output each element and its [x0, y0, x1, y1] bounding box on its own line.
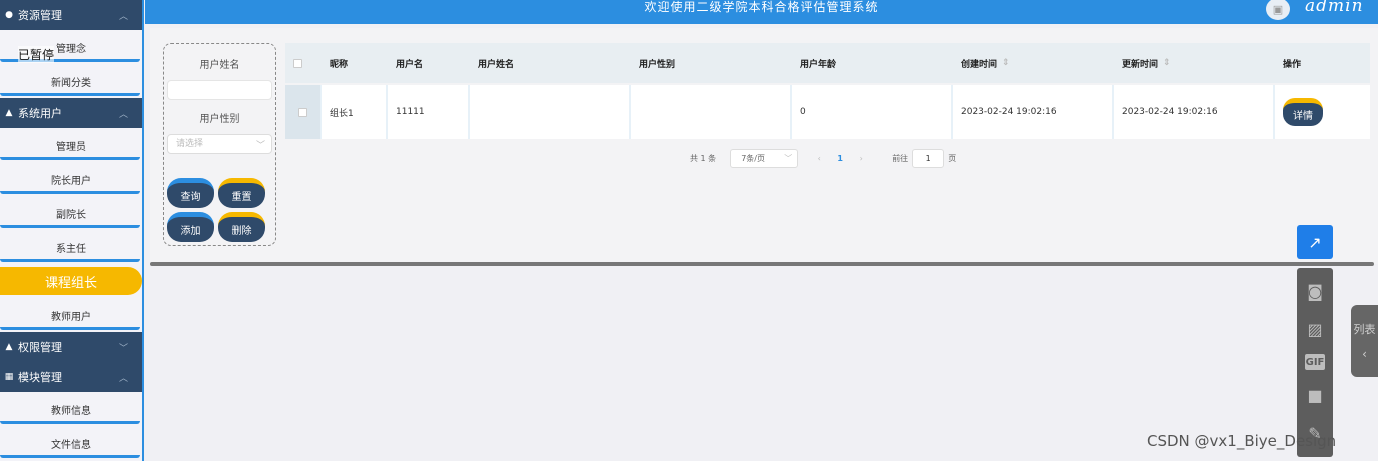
chevron-down-icon: ﹀ [118, 344, 128, 354]
add-button[interactable]: 添加 [167, 212, 214, 242]
sidebar-group-system-users[interactable]: ▲ 系统用户 ︿ [0, 98, 142, 128]
chevron-down-icon: ﹀ [255, 141, 265, 151]
gender-filter-select[interactable]: 请选择 ﹀ [167, 134, 272, 154]
sidebar: ● 资源管理 ︿ 管理念 新闻分类 ▲ 系统用户 ︿ 管理员 院长用户 副院长 … [0, 0, 144, 461]
sidebar-group-label: 模块管理 [18, 371, 62, 384]
paused-overlay-label: 已暂停 [18, 46, 55, 63]
sidebar-item-vice-dean[interactable]: 副院长 [0, 196, 142, 230]
chevron-up-icon: ︿ [118, 374, 128, 384]
capture-toolbar: ◙ ▨ GIF ■ ✎ [1297, 268, 1333, 457]
cell-created: 2023-02-24 19:02:16 [953, 85, 1114, 139]
query-button[interactable]: 查询 [167, 178, 214, 208]
chevron-down-icon: ﹀ [784, 153, 793, 163]
chevron-up-icon: ︿ [118, 12, 128, 22]
chevron-up-icon: ︿ [118, 110, 128, 120]
sidebar-item-teacher-info[interactable]: 教师信息 [0, 392, 142, 426]
reset-button[interactable]: 重置 [218, 178, 265, 208]
goto-label: 前往 [892, 153, 909, 163]
cell-age: 0 [792, 85, 953, 139]
camera-icon[interactable]: ◙ [1302, 278, 1328, 304]
watermark: CSDN @vx1_Biye_Design [1147, 432, 1337, 450]
page-unit-label: 页 [948, 153, 957, 163]
cell-action: 详情 [1275, 85, 1370, 139]
gif-icon[interactable]: GIF [1305, 354, 1325, 371]
column-header: 用户姓名 [478, 59, 515, 70]
chevron-left-icon: ‹ [1362, 347, 1367, 361]
splitter-handle[interactable] [150, 262, 1374, 266]
sidebar-group-permissions[interactable]: ▲ 权限管理 ﹀ [0, 332, 142, 362]
sidebar-group-resources[interactable]: ● 资源管理 ︿ [0, 0, 142, 30]
column-header-updated[interactable]: 更新时间 ⇕ [1114, 43, 1275, 83]
cell-gender [631, 85, 792, 139]
sidebar-item-course-leader[interactable]: 课程组长 [0, 267, 142, 295]
top-header: 欢迎使用二级学院本科合格评估管理系统 ▣ admin [145, 0, 1378, 24]
next-page-button[interactable]: › [850, 154, 872, 163]
list-side-tab[interactable]: 列表 ‹ [1351, 305, 1378, 377]
page-size-select[interactable]: 7条/页 ﹀ [730, 148, 799, 168]
sidebar-item-news-category[interactable]: 新闻分类 [0, 64, 142, 98]
select-all-cell [285, 43, 322, 83]
cell-username: 11111 [388, 85, 470, 139]
video-icon[interactable]: ■ [1302, 383, 1328, 409]
sidebar-item-teacher-users[interactable]: 教师用户 [0, 298, 142, 332]
username-label[interactable]: admin [1305, 0, 1364, 16]
table-row[interactable]: 组长1 11111 0 2023-02-24 19:02:16 2023-02-… [285, 85, 1370, 139]
cell-realname [470, 85, 631, 139]
sidebar-group-label: 资源管理 [18, 9, 62, 22]
main-content: 用户姓名 用户性别 请选择 ﹀ 查询 重置 添加 删除 昵称 用户名 用户姓名 … [150, 28, 1378, 264]
sidebar-item-file-info[interactable]: 文件信息 [0, 426, 142, 460]
image-icon: ▣ [1272, 2, 1284, 16]
avatar[interactable]: ▣ [1266, 0, 1290, 20]
sidebar-group-modules[interactable]: ▦ 模块管理 ︿ [0, 362, 142, 392]
goto-page-input[interactable]: 1 [912, 148, 945, 168]
pagination: 共 1 条 7条/页 ﹀ ‹ 1 › 前往 1 页 [690, 148, 956, 168]
gender-filter-label: 用户性别 [199, 114, 240, 125]
current-page[interactable]: 1 [830, 154, 850, 163]
table-header-row: 昵称 用户名 用户姓名 用户性别 用户年龄 创建时间 ⇕ 更新时间 ⇕ 操作 [285, 43, 1370, 83]
column-header-created[interactable]: 创建时间 ⇕ [953, 43, 1114, 83]
cell-nickname: 组长1 [322, 85, 388, 139]
column-header: 用户名 [396, 59, 424, 70]
share-button[interactable]: ↗ [1297, 225, 1333, 259]
data-table: 昵称 用户名 用户姓名 用户性别 用户年龄 创建时间 ⇕ 更新时间 ⇕ 操作 组长1… [285, 43, 1370, 139]
sort-icon[interactable]: ⇕ [1002, 58, 1010, 68]
row-select-cell [285, 85, 322, 139]
user-icon: ▲ [5, 342, 13, 352]
sidebar-item-dean[interactable]: 院长用户 [0, 162, 142, 196]
sidebar-item-dept-head[interactable]: 系主任 [0, 230, 142, 264]
page-title: 欢迎使用二级学院本科合格评估管理系统 [644, 0, 879, 14]
detail-button[interactable]: 详情 [1283, 98, 1323, 126]
search-panel: 用户姓名 用户性别 请选择 ﹀ 查询 重置 添加 删除 [163, 43, 276, 246]
share-icon: ↗ [1308, 232, 1322, 252]
sidebar-item-admin[interactable]: 管理员 [0, 128, 142, 162]
row-checkbox[interactable] [298, 107, 307, 117]
name-filter-input[interactable] [167, 80, 272, 100]
column-header: 昵称 [330, 59, 349, 70]
column-header: 用户年龄 [800, 59, 837, 70]
column-header: 用户性别 [639, 59, 676, 70]
sort-icon[interactable]: ⇕ [1163, 58, 1171, 68]
cell-updated: 2023-02-24 19:02:16 [1114, 85, 1275, 139]
user-icon: ▲ [5, 108, 13, 118]
image-icon[interactable]: ▨ [1302, 316, 1328, 342]
sidebar-group-label: 系统用户 [18, 107, 62, 120]
sidebar-group-label: 权限管理 [18, 341, 62, 354]
select-all-checkbox[interactable] [293, 58, 302, 68]
total-count: 共 1 条 [690, 153, 717, 163]
delete-button[interactable]: 删除 [218, 212, 265, 242]
grid-icon: ▦ [4, 372, 14, 382]
pin-icon: ● [5, 10, 13, 20]
prev-page-button[interactable]: ‹ [808, 154, 830, 163]
column-header: 操作 [1283, 59, 1302, 70]
name-filter-label: 用户姓名 [199, 60, 240, 71]
